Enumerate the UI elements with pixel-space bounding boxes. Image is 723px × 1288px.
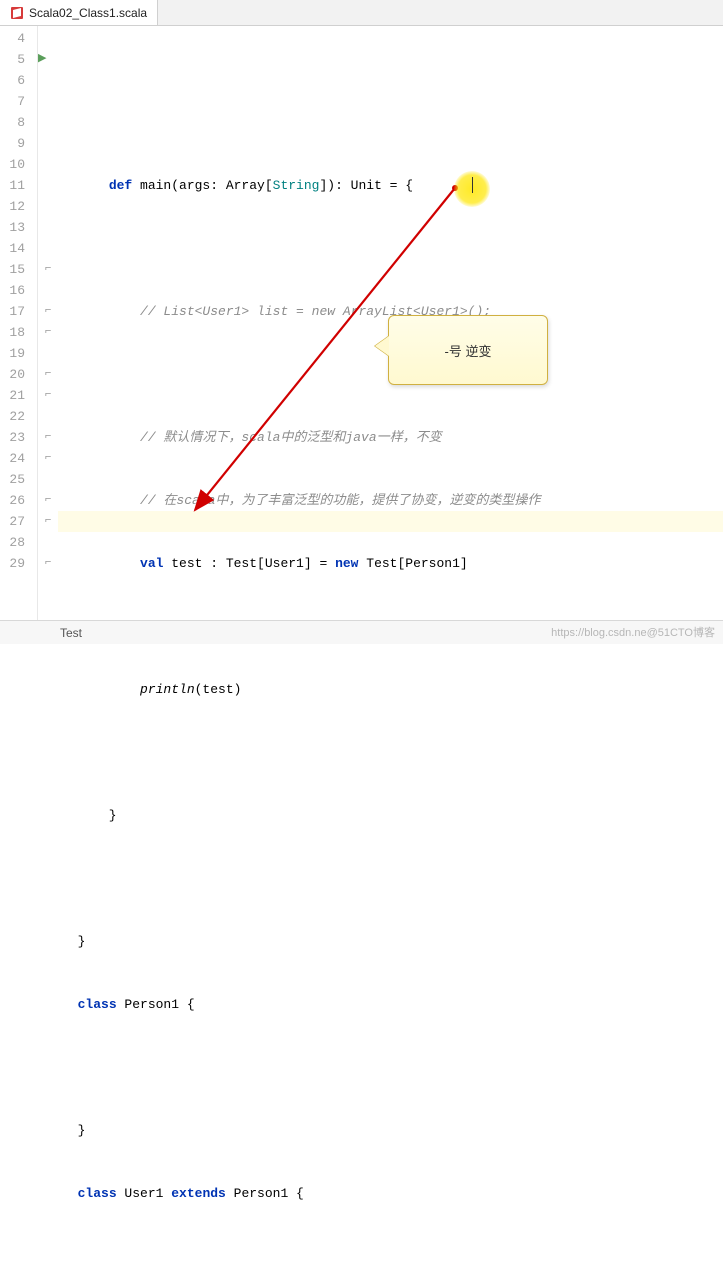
scala-file-icon: [10, 6, 24, 20]
watermark: https://blog.csdn.ne@51CTO博客: [551, 624, 715, 640]
code-line: [62, 238, 723, 259]
fold-marker[interactable]: ⌐: [38, 553, 58, 574]
line-number-gutter: ▶ 4 5 6 7 8 9 10 11 12 13 14 15 16 17 18…: [0, 26, 38, 620]
fold-marker[interactable]: ⌐: [38, 385, 58, 406]
fold-column: ⌐ ⌐ ⌐ ⌐ ⌐ ⌐ ⌐ ⌐ ⌐ ⌐: [38, 26, 58, 620]
callout-text: -号 逆变: [445, 341, 492, 360]
text-caret: [472, 177, 473, 193]
code-line: }: [62, 931, 723, 952]
code-line: // 在scala中，为了丰富泛型的功能，提供了协变，逆变的类型操作: [62, 490, 723, 511]
file-tab[interactable]: Scala02_Class1.scala: [0, 0, 158, 25]
code-line: // 默认情况下，scala中的泛型和java一样，不变: [62, 427, 723, 448]
tab-filename: Scala02_Class1.scala: [29, 6, 147, 20]
code-line: }: [62, 805, 723, 826]
code-line: [62, 112, 723, 133]
code-line: println(test): [62, 679, 723, 700]
code-line: [62, 1057, 723, 1078]
code-line: class User1 extends Person1 {: [62, 1183, 723, 1204]
code-line: [62, 868, 723, 889]
fold-marker[interactable]: ⌐: [38, 364, 58, 385]
code-line: class Person1 {: [62, 994, 723, 1015]
fold-marker[interactable]: ⌐: [38, 490, 58, 511]
fold-marker[interactable]: ⌐: [38, 322, 58, 343]
status-label: Test: [60, 626, 82, 640]
code-editor[interactable]: ▶ 4 5 6 7 8 9 10 11 12 13 14 15 16 17 18…: [0, 26, 723, 620]
tab-bar: Scala02_Class1.scala: [0, 0, 723, 26]
fold-marker[interactable]: ⌐: [38, 427, 58, 448]
code-line: def main(args: Array[String]): Unit = {: [62, 175, 723, 196]
annotation-callout: -号 逆变: [388, 315, 548, 385]
fold-marker[interactable]: ⌐: [38, 259, 58, 280]
fold-marker[interactable]: ⌐: [38, 511, 58, 532]
code-line: val test : Test[User1] = new Test[Person…: [62, 553, 723, 574]
code-line: [62, 742, 723, 763]
fold-marker[interactable]: ⌐: [38, 301, 58, 322]
code-line: }: [62, 1120, 723, 1141]
code-line: [62, 1246, 723, 1267]
fold-marker[interactable]: ⌐: [38, 448, 58, 469]
